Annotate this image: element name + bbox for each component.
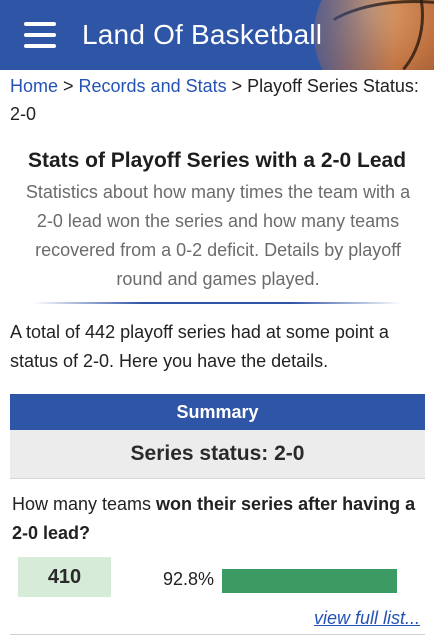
summary-header: Summary	[10, 394, 425, 430]
hamburger-menu-icon[interactable]	[24, 22, 56, 48]
series-won-count: 410	[18, 557, 111, 597]
percent-bar	[222, 569, 404, 593]
page-description: Statistics about how many times the team…	[25, 182, 411, 289]
question-text: How many teams won their series after ha…	[12, 494, 416, 543]
breadcrumb-home-link[interactable]: Home	[10, 76, 58, 96]
percent-label: 92.8%	[162, 569, 214, 589]
site-title[interactable]: Land Of Basketball	[82, 16, 322, 54]
breadcrumb: Home > Records and Stats > Playoff Serie…	[10, 76, 419, 124]
divider	[10, 634, 425, 635]
divider	[32, 302, 402, 304]
breadcrumb-records-link[interactable]: Records and Stats	[79, 76, 227, 96]
site-header: Land Of Basketball	[0, 0, 434, 70]
percent-bar-fill	[222, 569, 397, 593]
page-title: Stats of Playoff Series with a 2-0 Lead	[27, 149, 407, 172]
intro-text: A total of 442 playoff series had at som…	[10, 322, 389, 371]
series-status-heading: Series status: 2-0	[10, 430, 425, 479]
view-full-list-link[interactable]: view full list...	[314, 606, 420, 630]
